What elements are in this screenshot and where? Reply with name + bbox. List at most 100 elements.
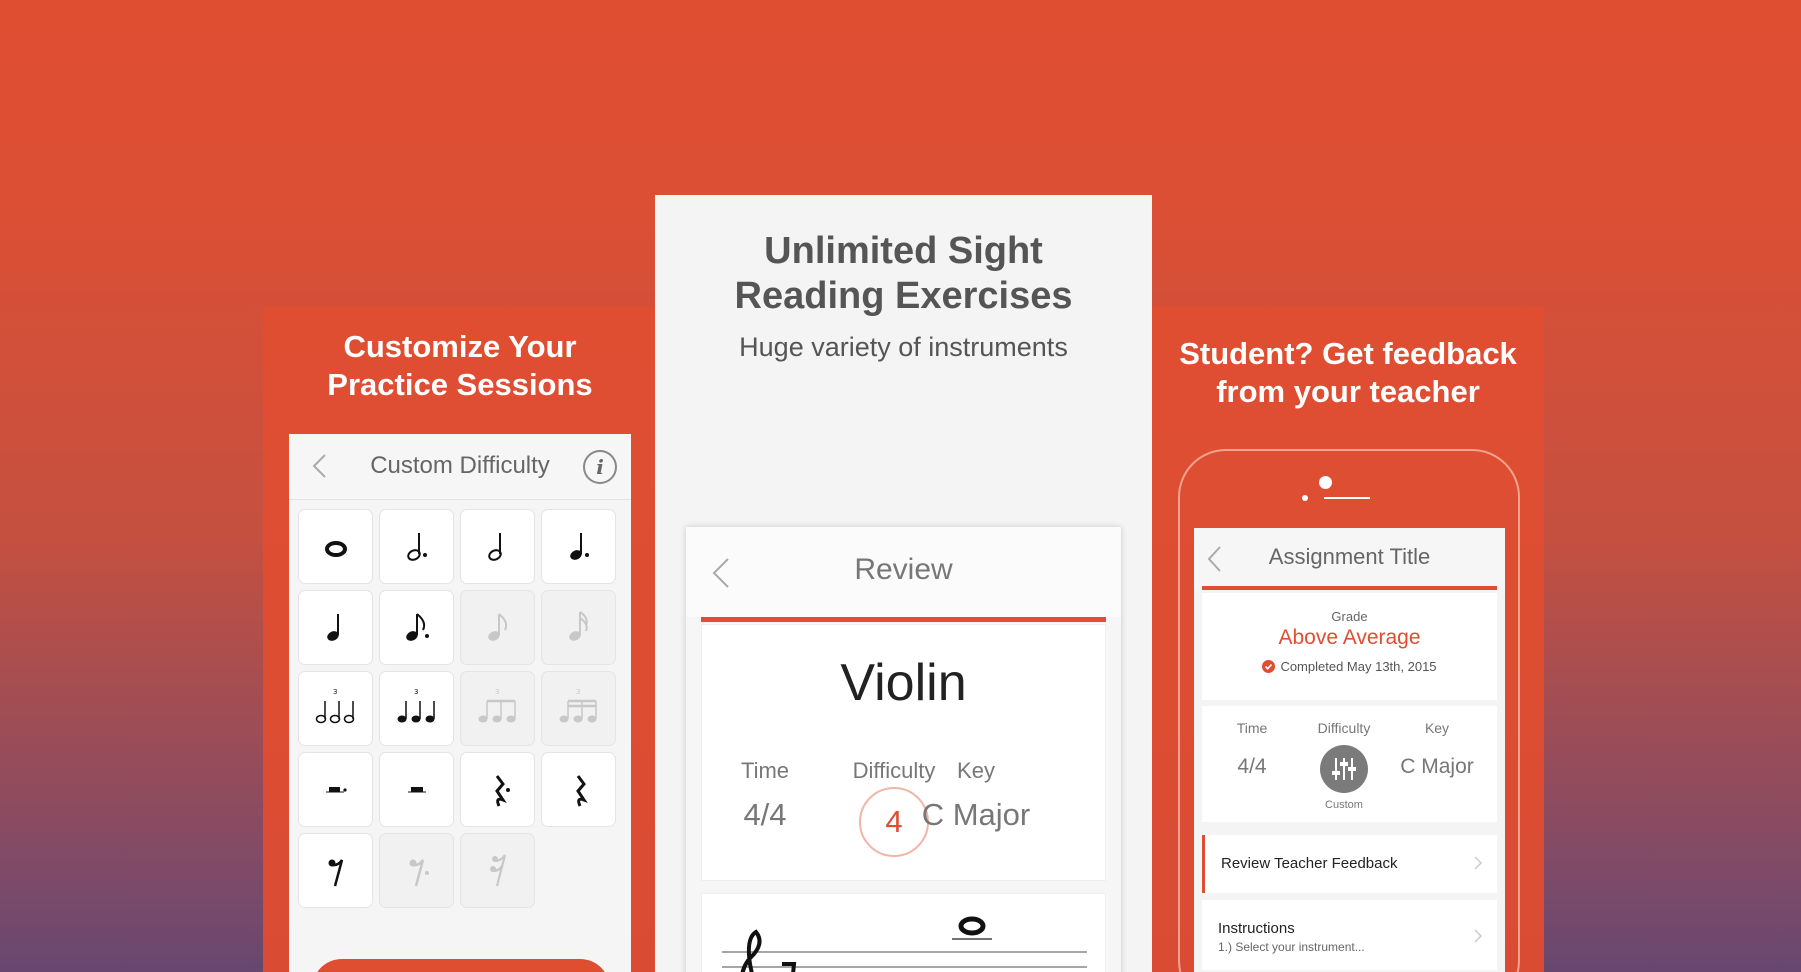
nav-bar: Review [686,527,1121,617]
sensor-icon [1302,495,1308,501]
note-tile[interactable]: 3 [298,671,373,746]
note-tile[interactable] [460,590,535,665]
accent-divider [701,617,1106,622]
sliders-icon [1320,745,1368,793]
note-tile[interactable] [541,752,616,827]
time-value: 4/4 [1237,755,1267,778]
note-tile[interactable]: 3 [379,671,454,746]
time-label: Time [1236,720,1268,736]
eighth-note-icon [487,612,507,641]
right-heading: Student? Get feedback from your teacher [1152,335,1544,411]
note-tile[interactable] [298,509,373,584]
left-heading-line2: Practice Sessions [327,367,593,402]
difficulty-value: Custom [1325,799,1363,811]
note-tile[interactable] [460,752,535,827]
checkmark-icon [1262,660,1276,673]
dotted-half-note-icon [406,532,427,561]
note-tile[interactable] [541,509,616,584]
right-heading-line1: Student? Get feedback [1179,336,1517,371]
time-value: 4/4 [743,797,787,832]
center-heading-line1: Unlimited Sight [764,230,1043,272]
screen-title: Review [854,553,953,586]
customize-panel: Customize Your Practice Sessions Custom … [263,306,657,972]
info-icon[interactable]: i [583,450,617,484]
grade-value: Above Average [1278,626,1421,649]
svg-text:3: 3 [414,688,418,696]
note-tile[interactable] [379,590,454,665]
sight-reading-panel: Unlimited Sight Reading Exercises Huge v… [655,195,1152,972]
assignment-screen: Assignment Title Grade Above Average Com… [1194,528,1505,972]
review-card: Violin Time 4/4 Difficulty 4 Key C Major [701,624,1106,881]
quarter-rest-icon [575,774,588,807]
review-screen: Review Violin Time 4/4 Difficulty 4 Key … [686,527,1121,972]
screen-title: Custom Difficulty [370,452,550,479]
dotted-half-rest-icon [325,786,347,792]
nav-bar: Assignment Title [1194,528,1505,590]
note-tile[interactable] [460,509,535,584]
left-heading: Customize Your Practice Sessions [263,328,657,404]
eighth-triplet-icon: 3 [478,688,516,722]
note-tile[interactable] [379,833,454,908]
row-label: Review Teacher Feedback [1221,855,1398,872]
svg-text:3: 3 [495,688,499,696]
left-heading-line1: Customize Your [343,329,577,364]
dotted-eighth-rest-icon [409,858,429,886]
music-staff [701,893,1106,972]
half-note-icon [487,532,502,561]
completed-text: Completed May 13th, 2015 [1280,659,1437,674]
dotted-eighth-note-icon [405,612,429,641]
note-tile[interactable]: 3 [541,671,616,746]
instrument-name: Violin [840,654,967,712]
center-subtitle: Huge variety of instruments [739,332,1068,362]
key-label: Key [957,758,995,783]
half-triplet-icon: 3 [315,688,354,723]
note-tile[interactable] [379,752,454,827]
feedback-panel: Student? Get feedback from your teacher … [1152,306,1544,972]
svg-text:3: 3 [576,688,580,696]
speaker-icon [1324,497,1370,499]
note-tile[interactable] [460,833,535,908]
whole-note-icon [958,916,986,936]
sixteenth-triplet-icon: 3 [559,688,597,722]
sixteenth-note-icon [568,610,588,641]
whole-note-icon [324,540,347,557]
dotted-quarter-rest-icon [494,774,510,807]
key-value: C Major [1400,755,1474,778]
nav-bar: Custom Difficulty i [289,434,631,500]
note-tile[interactable] [298,833,373,908]
time-label: Time [740,758,790,783]
eighth-rest-icon [328,858,343,886]
note-tile[interactable] [541,590,616,665]
chevron-right-icon [1474,856,1483,870]
center-heading: Unlimited Sight Reading Exercises [655,229,1152,319]
camera-icon [1319,476,1332,489]
continue-button[interactable] [312,959,610,972]
chevron-right-icon [1474,929,1483,943]
instructions-row[interactable]: Instructions 1.) Select your instrument.… [1202,900,1497,970]
accent-divider [1202,586,1497,590]
quarter-triplet-icon: 3 [397,688,435,722]
center-heading-line2: Reading Exercises [734,275,1073,317]
assignment-stats: Time 4/4 Difficulty Custom Key C Major [1202,706,1497,822]
key-value: C Major [921,797,1031,832]
note-tile[interactable]: 3 [460,671,535,746]
dotted-quarter-note-icon [569,532,589,560]
grade-card: Grade Above Average Completed May 13th, … [1202,593,1497,700]
difficulty-label: Difficulty [1317,720,1371,736]
screen-title: Assignment Title [1268,544,1431,569]
row-sublabel: 1.) Select your instrument... [1218,940,1365,954]
note-tile[interactable] [379,509,454,584]
row-label: Instructions [1218,920,1295,937]
completed-status: Completed May 13th, 2015 [1202,659,1497,674]
quarter-note-icon [326,613,339,641]
sixteenth-rest-icon [489,853,506,886]
svg-text:3: 3 [333,688,337,696]
review-feedback-row[interactable]: Review Teacher Feedback [1202,835,1497,893]
note-tile[interactable] [298,752,373,827]
right-heading-line2: from your teacher [1216,374,1480,409]
half-rest-icon [407,786,426,792]
grade-label: Grade [1331,609,1368,624]
key-label: Key [1424,720,1450,736]
custom-difficulty-screen: Custom Difficulty i 3 3 3 3 [289,434,631,972]
note-tile[interactable] [298,590,373,665]
